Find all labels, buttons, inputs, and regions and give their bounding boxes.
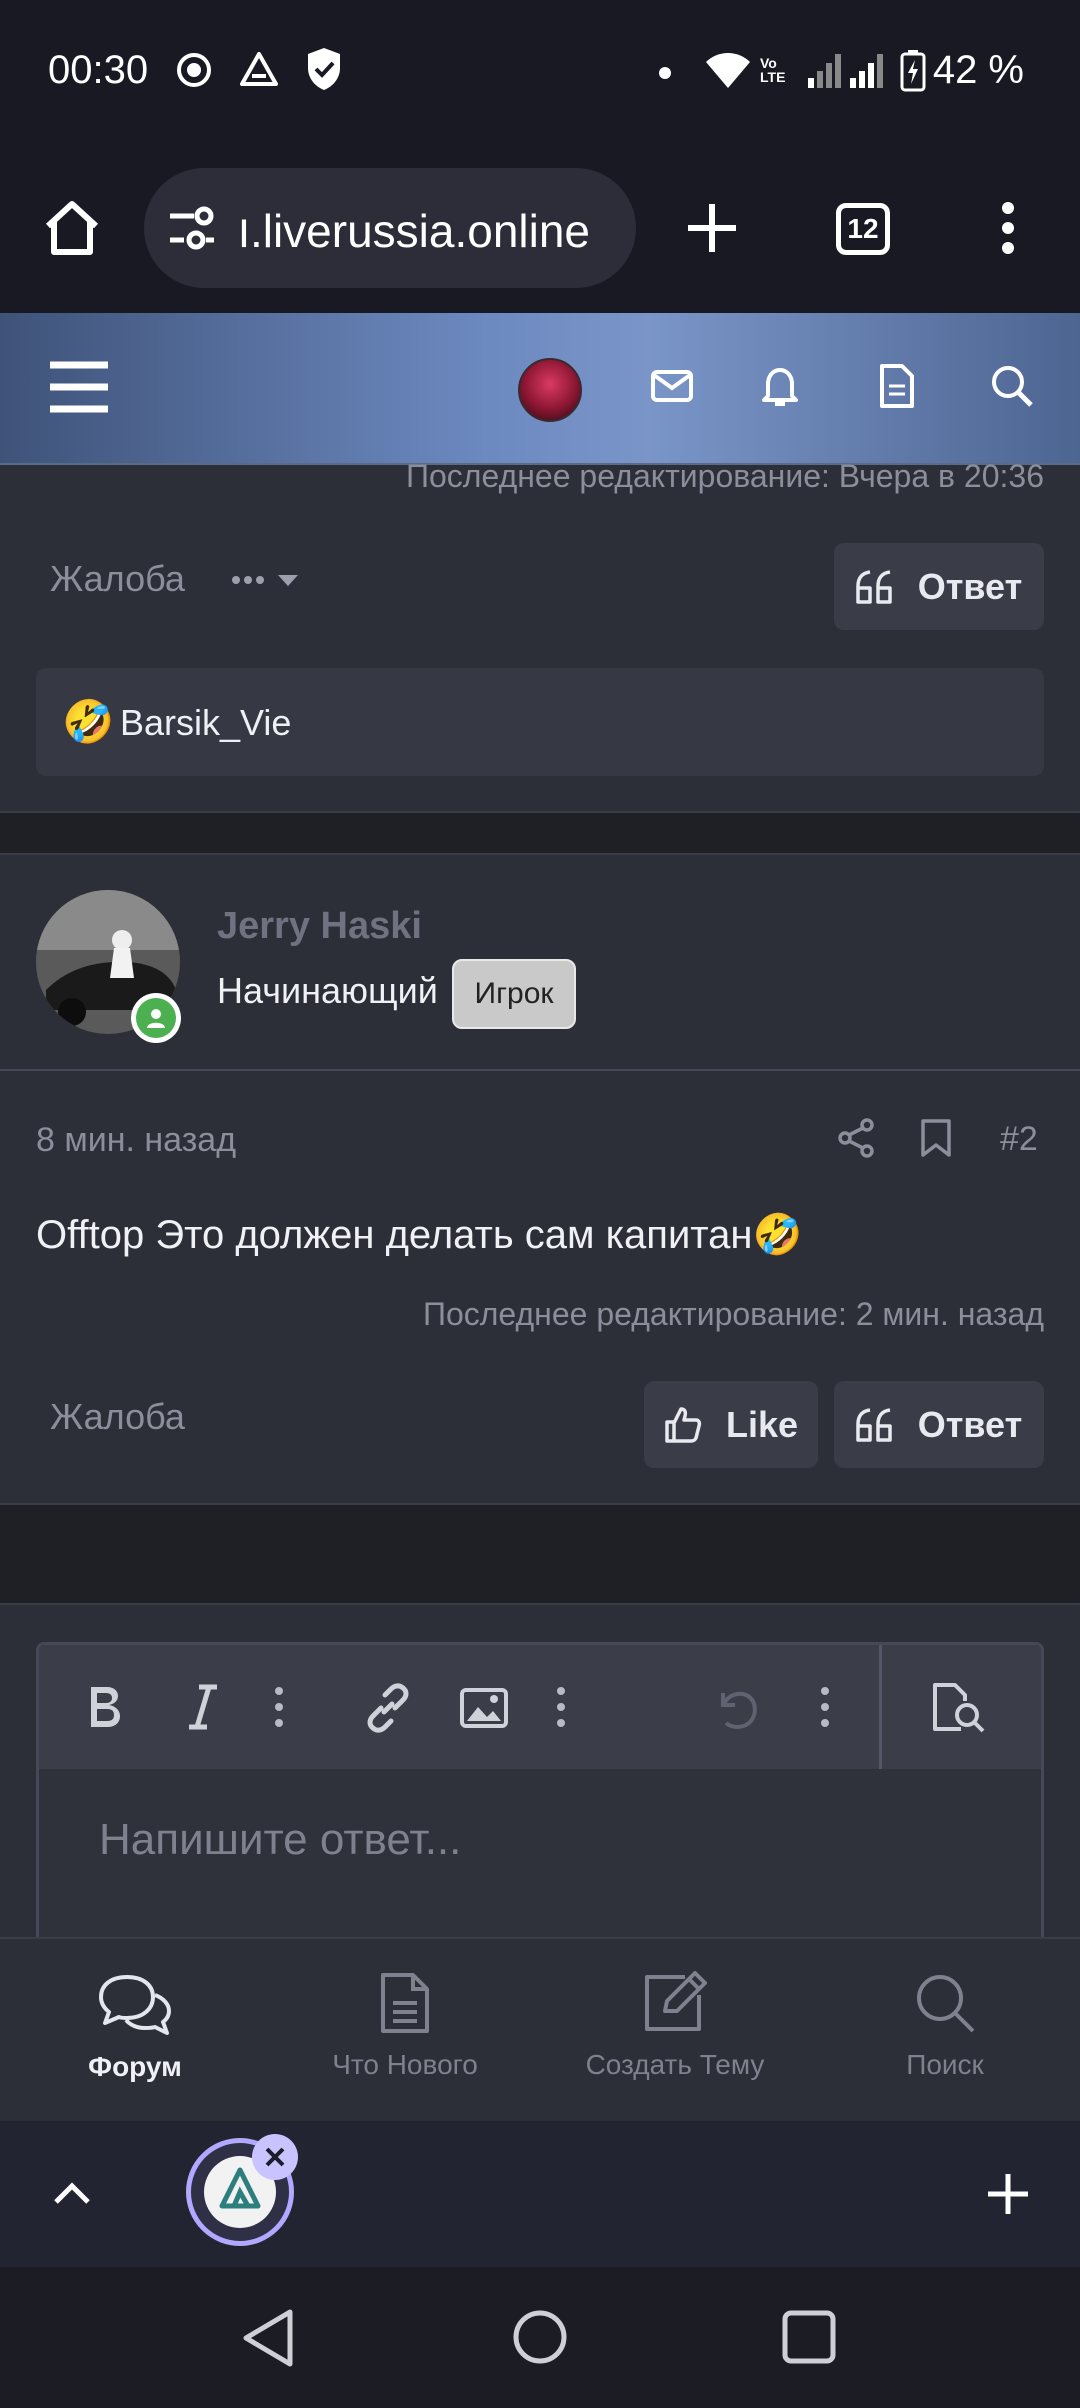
mail-icon[interactable] (650, 366, 694, 406)
preview-icon[interactable] (931, 1681, 987, 1733)
status-time: 00:30 (48, 48, 149, 92)
bookmark-icon[interactable] (920, 1118, 952, 1158)
drive-icon (238, 50, 280, 90)
more-vert-icon[interactable] (990, 198, 1026, 258)
close-icon[interactable] (252, 2134, 298, 2180)
document-icon[interactable] (878, 364, 914, 408)
thumbs-up-icon (664, 1406, 702, 1444)
avatar[interactable] (518, 358, 582, 422)
post-body: Offtop Это должен делать сам капитан🤣 (36, 1213, 803, 1257)
new-tab-icon[interactable] (680, 196, 744, 260)
post-number[interactable]: #2 (1000, 1120, 1038, 1159)
reply-editor[interactable]: Напишите ответ... (36, 1642, 1044, 1962)
battery-percent: 42 % (932, 48, 1024, 92)
share-icon[interactable] (836, 1118, 876, 1158)
bottom-nav: Форум Что Нового Создать Тему Поиск (0, 1937, 1080, 2121)
url-text[interactable]: ו.liverussia.online (238, 204, 590, 258)
nav-whats-new[interactable]: Что Нового (270, 1939, 540, 2123)
user-role-badge: Игрок (452, 959, 576, 1029)
menu-icon[interactable] (48, 360, 110, 414)
more-options-icon[interactable] (273, 1685, 285, 1729)
record-icon (174, 50, 214, 90)
nav-label: Форум (88, 2051, 182, 2082)
nav-label: Что Нового (332, 2049, 478, 2080)
image-icon[interactable] (459, 1687, 509, 1729)
link-icon[interactable] (363, 1683, 413, 1733)
undo-icon[interactable] (711, 1685, 759, 1731)
online-status-badge (131, 993, 181, 1043)
nav-forum[interactable]: Форум (0, 1939, 270, 2123)
like-button[interactable]: Like (644, 1381, 818, 1468)
reply-label: Ответ (917, 565, 1023, 607)
nav-label: Поиск (906, 2049, 984, 2080)
search-icon (913, 1971, 977, 2035)
quote-icon (856, 569, 894, 604)
signal-icon (850, 54, 884, 88)
bold-icon[interactable] (87, 1683, 123, 1731)
username[interactable]: Jerry Haski (217, 905, 422, 948)
battery-charging-icon (900, 50, 926, 92)
italic-icon[interactable] (185, 1683, 221, 1731)
divider (0, 1069, 1080, 1071)
reply-input[interactable]: Напишите ответ... (99, 1815, 461, 1865)
divider (879, 1645, 882, 1769)
laugh-emoji-icon: 🤣 (62, 698, 115, 745)
edit-icon (639, 1969, 711, 2035)
bell-icon[interactable] (760, 364, 800, 408)
site-settings-icon[interactable] (166, 206, 216, 252)
edit-note: Последнее редактирование: 2 мин. назад (422, 1296, 1044, 1332)
nav-search[interactable]: Поиск (810, 1939, 1080, 2123)
chevron-up-icon[interactable] (52, 2178, 92, 2208)
search-icon[interactable] (990, 364, 1034, 408)
dot-icon (658, 66, 672, 80)
shield-icon (304, 46, 344, 92)
document-icon (379, 1971, 431, 2035)
editor-toolbar (39, 1645, 1041, 1769)
tab-switcher-button[interactable]: 12 (836, 203, 890, 255)
nav-label: Создать Тему (585, 2049, 765, 2080)
home-circle-icon[interactable] (512, 2309, 568, 2365)
reply-button[interactable]: Ответ (834, 543, 1044, 630)
more-actions-menu[interactable] (230, 560, 304, 600)
reply-label: Ответ (917, 1403, 1023, 1445)
volte-icon: Vo LTE (760, 55, 786, 85)
wifi-icon (704, 50, 752, 90)
url-bar[interactable]: ו.liverussia.online (144, 168, 636, 288)
add-icon[interactable] (984, 2170, 1032, 2218)
chat-icon (97, 1973, 173, 2037)
quote-icon (856, 1407, 894, 1442)
more-options-icon[interactable] (555, 1685, 567, 1729)
edit-note: Последнее редактирование: Вчера в 20:36 (406, 458, 1044, 494)
user-title: Начинающий (217, 970, 438, 1011)
nav-create-thread[interactable]: Создать Тему (540, 1939, 810, 2123)
report-link[interactable]: Жалоба (50, 558, 185, 600)
signal-icon (808, 54, 842, 88)
home-icon[interactable] (40, 196, 104, 260)
reaction-user[interactable]: Barsik_Vie (120, 702, 291, 744)
like-label: Like (725, 1403, 799, 1445)
back-icon[interactable] (240, 2308, 296, 2368)
recents-icon[interactable] (782, 2310, 836, 2364)
more-options-icon[interactable] (819, 1685, 831, 1729)
report-link[interactable]: Жалоба (50, 1396, 185, 1438)
reply-button[interactable]: Ответ (834, 1381, 1044, 1468)
browser-bottom-bar (0, 2121, 1080, 2267)
post-time[interactable]: 8 мин. назад (36, 1121, 236, 1160)
